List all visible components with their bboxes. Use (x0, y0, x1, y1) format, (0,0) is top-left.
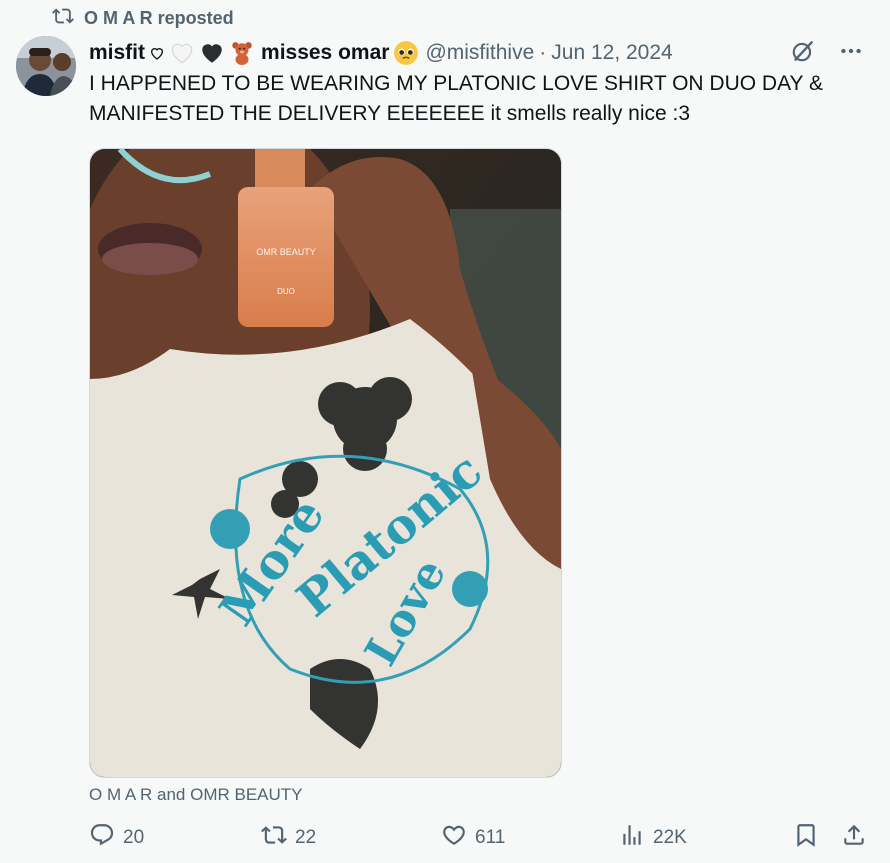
author-name[interactable]: misfit (89, 41, 145, 65)
views-button[interactable]: 22K (619, 822, 687, 854)
reply-button[interactable]: 20 (89, 822, 144, 854)
avatar[interactable] (16, 36, 76, 96)
repost-button[interactable]: 22 (261, 822, 316, 854)
tweet-photo[interactable]: OMR BEAUTY DUO More Platonic Love (89, 148, 562, 778)
views-count: 22K (653, 827, 687, 848)
like-count: 611 (475, 827, 506, 848)
repost-action-icon (261, 822, 287, 854)
tweet-text: I HAPPENED TO BE WEARING MY PLATONIC LOV… (89, 72, 824, 125)
bookmark-icon (793, 822, 819, 854)
reply-icon (89, 822, 115, 854)
repost-indicator[interactable]: O M A R reposted (52, 7, 234, 29)
like-button[interactable]: 611 (441, 822, 505, 854)
repost-icon (52, 5, 74, 32)
tagged-users[interactable]: O M A R and OMR BEAUTY (89, 785, 303, 805)
tweet-date[interactable]: Jun 12, 2024 (551, 41, 672, 65)
author-name-suffix[interactable]: misses omar (261, 41, 389, 65)
repost-count: 22 (295, 827, 317, 848)
separator-dot: · (539, 41, 547, 64)
reply-count: 20 (123, 827, 145, 848)
share-icon (841, 822, 867, 854)
share-button[interactable] (841, 822, 867, 854)
white-heart-outline-icon (149, 45, 165, 61)
repost-label: O M A R reposted (84, 7, 234, 28)
bottle-name-text: DUO (277, 287, 295, 296)
bookmark-button[interactable] (793, 822, 819, 854)
heart-icon (441, 822, 467, 854)
pleading-face-icon (393, 40, 419, 66)
action-bar: 20 22 611 22K (89, 822, 869, 858)
tweet-header: misfit misses omar @misfithive · Jun 12,… (89, 38, 870, 68)
more-options-icon[interactable] (838, 38, 864, 69)
author-handle[interactable]: @misfithive (425, 41, 534, 65)
top-actions (790, 38, 864, 69)
grok-icon[interactable] (790, 38, 816, 69)
white-heart-icon (169, 40, 195, 66)
teddy-bear-icon (229, 40, 255, 66)
black-heart-icon (199, 40, 225, 66)
bottle-brand-text: OMR BEAUTY (256, 247, 316, 257)
analytics-icon (619, 822, 645, 854)
